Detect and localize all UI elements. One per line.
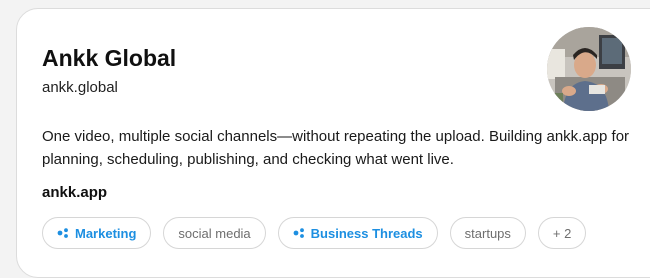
tag-social-media[interactable]: social media [163,217,266,249]
profile-bio: One video, multiple social channels—with… [42,128,630,168]
profile-card: Ankk Global ankk.global One video, multi… [16,8,650,278]
tag-marketing[interactable]: Marketing [42,217,152,249]
tag-label: Marketing [75,225,137,241]
profile-name: Ankk Global [42,45,177,71]
more-tags-button[interactable]: + 2 [537,217,587,249]
avatar-photo [547,27,631,111]
tag-business-threads[interactable]: Business Threads [277,217,438,249]
tag-label: startups [464,225,511,241]
tag-list: Marketing social media Business Threads … [42,217,587,249]
profile-handle: ankk.global [42,79,118,96]
more-tags-label: + 2 [552,225,572,241]
tag-startups[interactable]: startups [449,217,526,249]
tag-label: Business Threads [310,225,423,241]
tag-label: social media [178,225,251,241]
profile-website-link[interactable]: ankk.app [42,184,107,201]
topic-icon [57,228,68,238]
avatar[interactable] [547,27,631,111]
topic-icon [293,228,304,238]
